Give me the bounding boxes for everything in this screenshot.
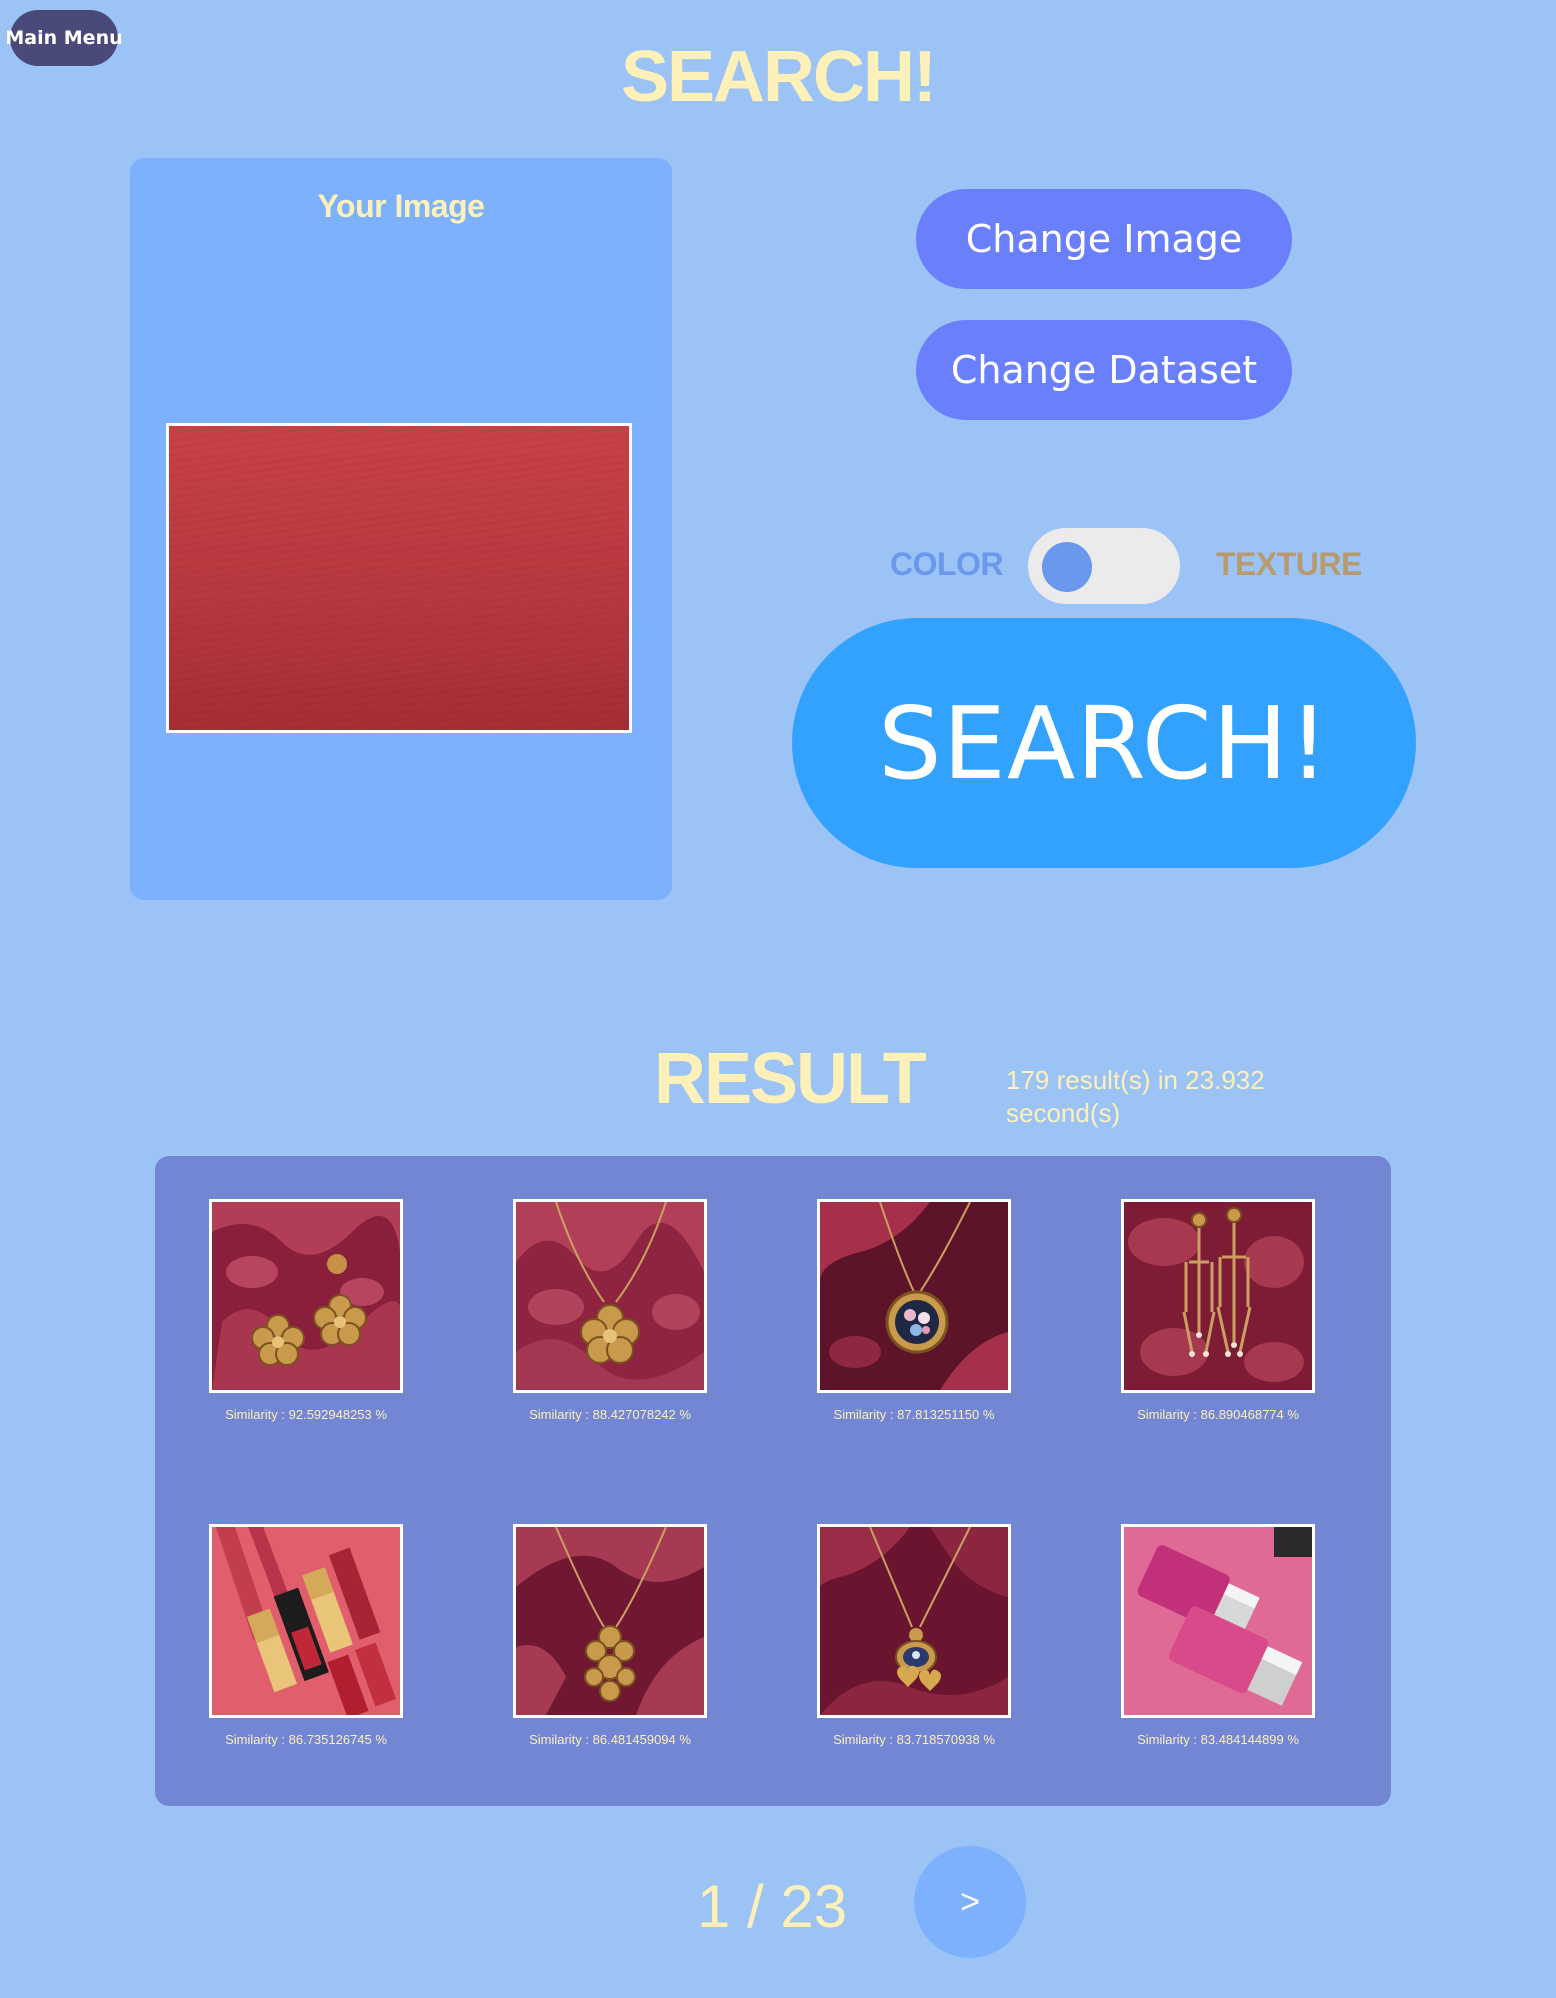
- result-thumbnail-nail-polish[interactable]: [1121, 1524, 1315, 1718]
- result-card: Similarity : 86.735126745 %: [209, 1524, 403, 1849]
- result-thumbnail-cameo-pendant[interactable]: [817, 1199, 1011, 1393]
- result-stats: 179 result(s) in 23.932 second(s): [1006, 1065, 1265, 1128]
- color-mode-label: COLOR: [890, 546, 1004, 582]
- similarity-label: Similarity : 83.484144899 %: [1137, 1732, 1299, 1747]
- texture-mode-label: TEXTURE: [1216, 546, 1362, 582]
- search-button[interactable]: SEARCH!: [792, 618, 1416, 868]
- result-card: Similarity : 86.890468774 %: [1121, 1199, 1315, 1524]
- similarity-label: Similarity : 86.890468774 %: [1137, 1407, 1299, 1422]
- result-card: Similarity : 86.481459094 %: [513, 1524, 707, 1849]
- query-image: [166, 423, 632, 733]
- similarity-label: Similarity : 86.735126745 %: [225, 1732, 387, 1747]
- similarity-label: Similarity : 88.427078242 %: [529, 1407, 691, 1422]
- result-thumbnail-filigree-pendant[interactable]: [513, 1524, 707, 1718]
- result-card: Similarity : 83.484144899 %: [1121, 1524, 1315, 1849]
- result-thumbnail-earrings[interactable]: [209, 1199, 403, 1393]
- result-title: RESULT: [654, 1039, 927, 1119]
- change-dataset-button[interactable]: Change Dataset: [916, 320, 1292, 420]
- result-grid: Similarity : 92.592948253 % Similarity:…: [209, 1199, 1425, 1849]
- similarity-label: Similarity : 87.813251150 %: [833, 1407, 995, 1422]
- result-thumbnail-chandelier-earrings[interactable]: [1121, 1199, 1315, 1393]
- result-card: Similarity : 88.427078242 %: [513, 1199, 707, 1524]
- similarity-label: Similarity : 86.481459094 %: [529, 1732, 691, 1747]
- result-card: Similarity : 92.592948253 %: [209, 1199, 403, 1524]
- similarity-label: Similarity : 83.718570938 %: [833, 1732, 995, 1747]
- result-thumbnail-lipsticks[interactable]: [209, 1524, 403, 1718]
- your-image-panel: Your Image: [130, 158, 672, 900]
- result-card: Similarity : 87.813251150 %: [817, 1199, 1011, 1524]
- toggle-knob: [1042, 542, 1092, 592]
- result-thumbnail-heart-pendant[interactable]: [817, 1524, 1011, 1718]
- page-indicator: 1 / 23: [697, 1873, 848, 1940]
- result-card: Similarity : 83.718570938 %: [817, 1524, 1011, 1849]
- change-image-button[interactable]: Change Image: [916, 189, 1292, 289]
- result-thumbnail-flower-pendant[interactable]: [513, 1199, 707, 1393]
- similarity-label: Similarity : 92.592948253 %: [225, 1407, 387, 1422]
- results-panel: Similarity : 92.592948253 % Similarity:…: [155, 1156, 1391, 1806]
- your-image-title: Your Image: [317, 188, 485, 224]
- page-title: SEARCH!: [620, 37, 937, 117]
- next-page-button[interactable]: >: [914, 1846, 1026, 1958]
- color-texture-toggle[interactable]: [1028, 528, 1180, 604]
